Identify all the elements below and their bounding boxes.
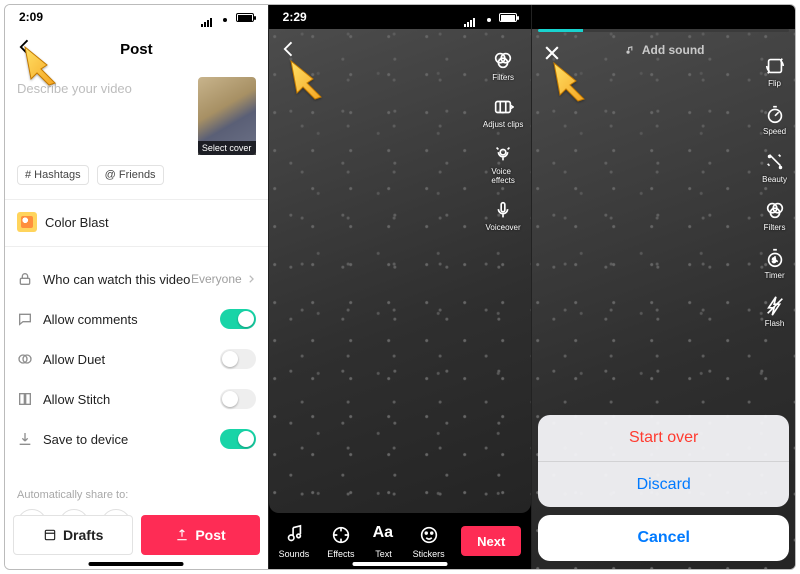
share-label: Automatically share to: [17,489,256,501]
speed-tool[interactable]: Speed [762,103,787,136]
status-time: 2:29 [283,10,307,24]
home-indicator [89,562,184,566]
tool-label: Flash [765,319,785,328]
effect-name: Color Blast [45,215,109,230]
status-bar: 2:29 [269,5,532,29]
effects-icon [330,524,352,546]
filters-icon [764,199,786,221]
timer-tool[interactable]: 3 Timer [762,247,787,280]
duet-icon [17,351,33,367]
stitch-toggle[interactable] [220,389,256,409]
post-button[interactable]: Post [141,515,259,555]
tool-label: Text [375,549,392,559]
status-bar: 2:09 [5,5,268,29]
discard-button[interactable]: Discard [538,461,789,507]
filters-tool[interactable]: Filters [492,49,514,82]
record-screen: Add sound Flip Speed Beauty Filters 3 Timer Fl… [531,5,795,569]
tool-label: Filters [764,223,786,232]
flip-tool[interactable]: Flip [762,55,787,88]
post-screen: 2:09 Post Describe your video Select cov… [5,5,268,569]
filters-icon [492,49,514,71]
back-button[interactable] [279,39,299,59]
tool-label: Voiceover [486,223,521,232]
stickers-tool[interactable]: Stickers [413,524,445,559]
page-title: Post [120,41,153,58]
back-button[interactable] [15,37,35,57]
comments-toggle[interactable] [220,309,256,329]
home-indicator [353,562,448,566]
tool-label: Voiceeffects [491,167,514,185]
voiceover-tool[interactable]: Voiceover [486,199,521,232]
tool-label: Filters [492,73,514,82]
tool-label: Beauty [762,175,787,184]
duet-toggle[interactable] [220,349,256,369]
tool-label: Stickers [413,549,445,559]
flash-tool[interactable]: Flash [762,295,787,328]
adjust-clips-tool[interactable]: Adjust clips [483,96,523,129]
svg-text:3: 3 [772,258,776,265]
adjust-clips-icon [492,96,514,118]
tool-label: Sounds [279,549,310,559]
stickers-icon [418,524,440,546]
beauty-icon [764,151,786,173]
next-button[interactable]: Next [461,526,521,556]
cover-thumbnail[interactable]: Select cover [198,77,256,155]
stitch-icon [17,391,33,407]
sounds-icon [283,524,305,546]
sounds-tool[interactable]: Sounds [279,524,310,559]
hashtags-chip[interactable]: # Hashtags [17,165,89,185]
voice-effects-tool[interactable]: Voiceeffects [491,143,514,185]
friends-chip[interactable]: @ Friends [97,165,164,185]
effect-row[interactable]: Color Blast [17,212,256,232]
tool-label: Adjust clips [483,120,523,129]
text-icon: Aa [373,524,395,546]
action-sheet: Start over Discard Cancel [538,415,789,561]
beauty-tool[interactable]: Beauty [762,151,787,184]
save-row: Save to device [17,419,256,459]
save-toggle[interactable] [220,429,256,449]
timer-icon: 3 [764,247,786,269]
tool-label: Timer [764,271,784,280]
caption-input[interactable]: Describe your video [17,77,190,155]
duet-row: Allow Duet [17,339,256,379]
edit-screen: 2:29 Filters Adjust clips Voiceeffects Voic… [268,5,532,569]
tool-label: Effects [327,549,354,559]
filters-tool[interactable]: Filters [762,199,787,232]
lock-icon [17,271,33,287]
close-button[interactable] [542,43,562,63]
effect-icon [17,212,37,232]
effects-tool[interactable]: Effects [327,524,354,559]
comments-row: Allow comments [17,299,256,339]
status-time: 2:09 [19,10,43,24]
flash-icon [764,295,786,317]
comment-icon [17,311,33,327]
cancel-button[interactable]: Cancel [538,515,789,561]
stitch-row: Allow Stitch [17,379,256,419]
flip-icon [764,55,786,77]
status-icons [464,12,517,22]
tool-label: Flip [768,79,781,88]
add-sound-button[interactable]: Add sound [623,43,705,57]
voiceover-icon [492,199,514,221]
record-progress [538,29,789,32]
text-tool[interactable]: Aa Text [373,524,395,559]
start-over-button[interactable]: Start over [538,415,789,461]
drafts-button[interactable]: Drafts [13,515,133,555]
privacy-row[interactable]: Who can watch this video Everyone [17,259,256,299]
voice-effects-icon [492,143,514,165]
select-cover-label: Select cover [198,141,256,155]
speed-icon [764,103,786,125]
download-icon [17,431,33,447]
tool-label: Speed [763,127,786,136]
status-icons [201,12,254,22]
